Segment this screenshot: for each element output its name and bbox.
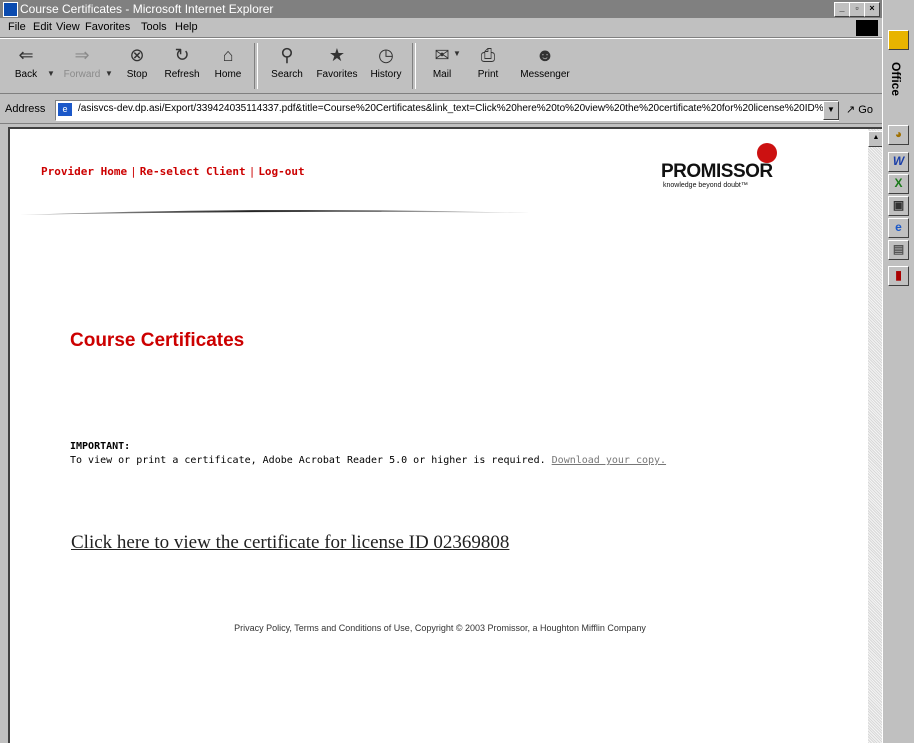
- provider-home-link[interactable]: Provider Home: [41, 165, 127, 178]
- search-button[interactable]: ⚲ Search: [265, 44, 309, 90]
- home-icon: ⌂: [222, 45, 234, 65]
- requirement-notice: To view or print a certificate, Adobe Ac…: [70, 455, 666, 466]
- word-icon[interactable]: W: [888, 152, 909, 172]
- open-folder-icon[interactable]: ◕: [888, 125, 909, 145]
- favorites-button[interactable]: ★ Favorites: [315, 44, 359, 90]
- standard-toolbar: ⇐ Back ▼ ⇒ Forward ▼ ⊗ Stop ↻ Refresh ⌂ …: [0, 38, 882, 94]
- view-certificate-link[interactable]: Click here to view the certificate for l…: [71, 532, 509, 554]
- download-acrobat-link[interactable]: Download your copy.: [552, 455, 666, 466]
- address-url[interactable]: /asisvcs-dev.dp.asi/Export/3394240351143…: [78, 103, 838, 114]
- refresh-button[interactable]: ↻ Refresh: [160, 44, 204, 90]
- important-label: IMPORTANT:: [70, 441, 131, 452]
- window-title: Course Certificates - Microsoft Internet…: [20, 2, 274, 16]
- back-dropdown-icon[interactable]: ▼: [47, 69, 55, 78]
- menu-tools[interactable]: Tools: [141, 21, 167, 33]
- promissor-logo: PROMISSOR knowledge beyond doubt™: [661, 139, 791, 199]
- menu-file[interactable]: File: [8, 21, 26, 33]
- close-button[interactable]: ×: [864, 2, 880, 17]
- title-bar: Course Certificates - Microsoft Internet…: [0, 0, 882, 18]
- mail-dropdown-icon[interactable]: ▼: [453, 49, 461, 58]
- access-icon[interactable]: ▮: [888, 266, 909, 286]
- favorites-icon: ★: [328, 45, 346, 65]
- stop-button[interactable]: ⊗ Stop: [115, 44, 159, 90]
- office-menu-button[interactable]: [888, 30, 909, 50]
- office-label: Office: [889, 62, 903, 97]
- address-dropdown-icon[interactable]: ▼: [823, 101, 839, 120]
- refresh-icon: ↻: [174, 45, 190, 65]
- menu-favorites[interactable]: Favorites: [85, 21, 130, 33]
- notepad-icon[interactable]: ▤: [888, 240, 909, 260]
- mail-icon: ✉: [434, 45, 450, 65]
- page-title: Course Certificates: [70, 330, 245, 351]
- maximize-button[interactable]: ▫: [849, 2, 865, 17]
- messenger-icon: ☻: [535, 45, 555, 65]
- nav-divider: |: [130, 165, 137, 178]
- forward-arrow-icon: ⇒: [74, 45, 90, 65]
- home-button[interactable]: ⌂ Home: [206, 44, 250, 90]
- go-arrow-icon: ↗: [846, 104, 856, 116]
- nav-divider: |: [248, 165, 256, 178]
- stop-icon: ⊗: [129, 45, 145, 65]
- toolbar-separator: [254, 43, 258, 89]
- address-label: Address: [5, 103, 46, 115]
- outlook-icon[interactable]: ▣: [888, 196, 909, 216]
- print-button[interactable]: ⎙ Print: [466, 44, 510, 90]
- forward-button[interactable]: ⇒ Forward: [60, 44, 104, 90]
- search-icon: ⚲: [280, 45, 294, 65]
- address-bar: Address e /asisvcs-dev.dp.asi/Export/339…: [0, 94, 882, 124]
- page-footer: Privacy Policy, Terms and Conditions of …: [234, 623, 646, 633]
- ie-app-icon[interactable]: [3, 2, 18, 17]
- logo-mark-icon: [757, 143, 777, 163]
- forward-dropdown-icon[interactable]: ▼: [105, 69, 113, 78]
- minimize-button[interactable]: _: [834, 2, 850, 17]
- internet-explorer-icon[interactable]: e: [888, 218, 909, 238]
- menu-view[interactable]: View: [56, 21, 80, 33]
- excel-icon[interactable]: X: [888, 174, 909, 194]
- history-button[interactable]: ◷ History: [364, 44, 408, 90]
- back-arrow-icon: ⇐: [18, 45, 34, 65]
- header-swoosh-divider: [20, 209, 530, 215]
- address-input[interactable]: e /asisvcs-dev.dp.asi/Export/33942403511…: [55, 100, 839, 121]
- back-button[interactable]: ⇐ Back: [4, 44, 48, 90]
- page-icon: e: [58, 103, 72, 116]
- menu-bar: File Edit View Favorites Tools Help: [0, 18, 882, 38]
- logo-tagline: knowledge beyond doubt™: [663, 182, 748, 189]
- page-content: Provider Home | Re-select Client | Log-out P…: [8, 127, 868, 743]
- logo-wordmark: PROMISSOR: [661, 161, 773, 182]
- reselect-client-link[interactable]: Re-select Client: [140, 165, 246, 178]
- toolbar-separator: [412, 43, 416, 89]
- requirement-text: To view or print a certificate, Adobe Ac…: [70, 455, 546, 466]
- history-icon: ◷: [378, 45, 394, 65]
- logout-link[interactable]: Log-out: [258, 165, 304, 178]
- printer-icon: ⎙: [480, 45, 496, 65]
- windows-logo-icon: [856, 20, 878, 36]
- menu-help[interactable]: Help: [175, 21, 198, 33]
- office-shortcut-bar: Office ◕ W X ▣ e ▤ ▮: [882, 0, 914, 743]
- vertical-scrollbar[interactable]: ▲: [868, 127, 884, 743]
- go-button[interactable]: ↗ Go: [846, 103, 873, 116]
- provider-nav: Provider Home | Re-select Client | Log-out: [41, 165, 305, 178]
- menu-edit[interactable]: Edit: [33, 21, 52, 33]
- messenger-button[interactable]: ☻ Messenger: [515, 44, 575, 90]
